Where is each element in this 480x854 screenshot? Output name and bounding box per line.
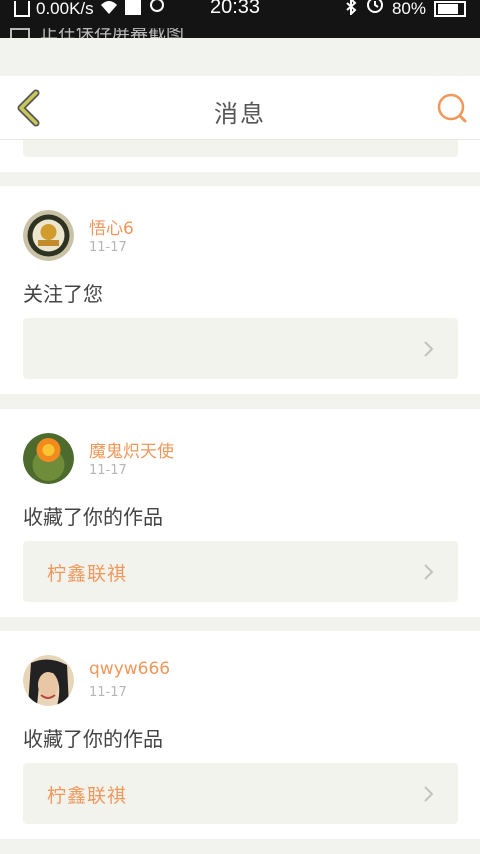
message-card: qwyw666 11-17 收藏了你的作品 柠鑫联祺 bbox=[0, 631, 480, 839]
message-date: 11-17 bbox=[89, 463, 127, 478]
top-spacer bbox=[0, 38, 480, 76]
message-date: 11-17 bbox=[89, 240, 127, 255]
battery-icon bbox=[434, 1, 466, 17]
rotation-lock-icon bbox=[148, 0, 166, 20]
signal-icon bbox=[124, 0, 142, 20]
status-time: 20:33 bbox=[210, 0, 261, 18]
alarm-icon bbox=[366, 0, 384, 20]
status-left: 0.00K/s bbox=[14, 0, 166, 18]
partial-message-card bbox=[0, 140, 480, 172]
username[interactable]: qwyw666 bbox=[89, 659, 170, 679]
image-icon bbox=[10, 28, 30, 38]
status-right: 80% bbox=[344, 0, 466, 18]
avatar[interactable] bbox=[23, 655, 74, 706]
data-off-icon bbox=[14, 1, 30, 17]
chevron-right-icon bbox=[424, 786, 434, 802]
wifi-icon bbox=[100, 0, 118, 20]
message-action: 收藏了你的作品 bbox=[23, 505, 163, 529]
work-link[interactable]: 柠鑫联祺 bbox=[23, 763, 458, 824]
message-action: 关注了您 bbox=[23, 282, 103, 306]
partial-link-box[interactable] bbox=[23, 140, 458, 157]
nav-bar: 消息 bbox=[0, 76, 480, 140]
battery-percent: 80% bbox=[391, 0, 426, 18]
screenshot-notification: 正在保存屏幕截图 bbox=[10, 28, 184, 38]
chevron-right-icon bbox=[424, 341, 434, 357]
avatar[interactable] bbox=[23, 433, 74, 484]
bluetooth-icon bbox=[344, 0, 358, 20]
search-button[interactable] bbox=[434, 90, 470, 126]
username[interactable]: 魔鬼炽天使 bbox=[89, 437, 174, 462]
message-date: 11-17 bbox=[89, 685, 127, 700]
page-title: 消息 bbox=[214, 100, 266, 128]
message-card: 魔鬼炽天使 11-17 收藏了你的作品 柠鑫联祺 bbox=[0, 409, 480, 617]
search-icon bbox=[437, 93, 467, 123]
message-card: 悟心6 11-17 关注了您 bbox=[0, 186, 480, 394]
avatar[interactable] bbox=[23, 210, 74, 261]
notification-text: 正在保存屏幕截图 bbox=[40, 28, 184, 38]
message-action: 收藏了你的作品 bbox=[23, 727, 163, 751]
work-title: 柠鑫联祺 bbox=[47, 785, 128, 807]
status-bar: 0.00K/s 20:33 80% 正在保存屏幕截图 bbox=[0, 0, 480, 38]
network-speed: 0.00K/s bbox=[36, 0, 94, 18]
username[interactable]: 悟心6 bbox=[89, 214, 134, 239]
chevron-right-icon bbox=[424, 564, 434, 580]
work-link[interactable] bbox=[23, 318, 458, 379]
work-link[interactable]: 柠鑫联祺 bbox=[23, 541, 458, 602]
work-title: 柠鑫联祺 bbox=[47, 563, 128, 585]
